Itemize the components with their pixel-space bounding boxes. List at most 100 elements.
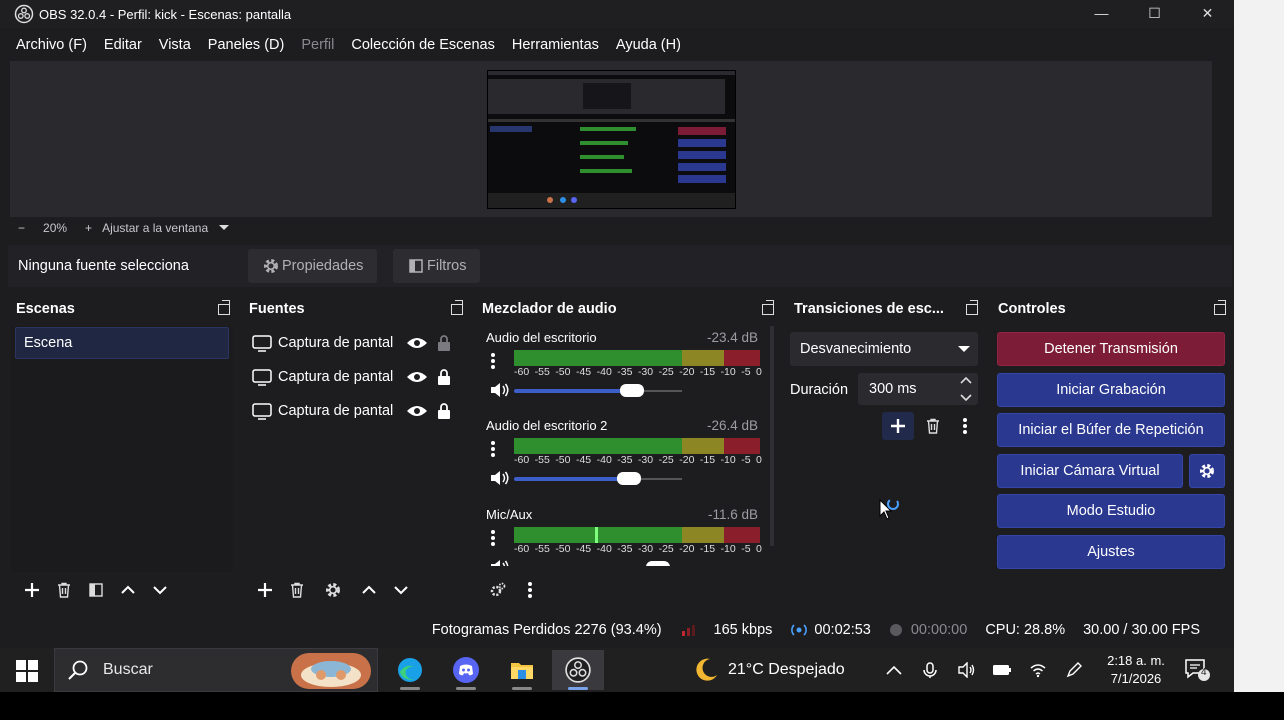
mixer-scrollbar[interactable] <box>770 326 774 546</box>
add-scene-button[interactable] <box>16 576 48 604</box>
trash-icon <box>58 582 70 598</box>
start-replay-buffer-button[interactable]: Iniciar el Búfer de Repetición <box>997 413 1225 447</box>
menu-coleccion-escenas[interactable]: Colección de Escenas <box>351 37 494 53</box>
duration-spinbox[interactable]: 300 ms <box>858 373 978 405</box>
tray-volume[interactable] <box>948 662 984 678</box>
volume-slider-fill[interactable] <box>514 389 632 393</box>
volume-meter <box>514 350 760 366</box>
undock-icon[interactable] <box>762 300 774 315</box>
windows-start-icon[interactable] <box>16 660 38 682</box>
filters-button[interactable]: Filtros <box>393 249 481 283</box>
undock-icon[interactable] <box>451 300 463 315</box>
eye-icon[interactable] <box>406 403 428 419</box>
scale-tick-label: -25 <box>658 543 674 555</box>
preview-canvas[interactable] <box>487 70 736 209</box>
filters-label: Filtros <box>427 258 467 274</box>
close-button[interactable]: ✕ <box>1181 0 1234 26</box>
monitor-icon <box>252 369 272 386</box>
taskbar-edge[interactable] <box>384 650 436 690</box>
move-source-up-button[interactable] <box>353 576 385 604</box>
scenes-dock: Escenas Escena <box>8 292 236 608</box>
scene-item[interactable]: Escena <box>15 327 229 359</box>
taskbar-file-explorer[interactable] <box>496 650 548 690</box>
advanced-audio-button[interactable] <box>482 576 514 604</box>
source-item[interactable]: Captura de pantal <box>244 394 466 428</box>
start-recording-button[interactable]: Iniciar Grabación <box>997 373 1225 407</box>
volume-slider-handle[interactable] <box>617 472 641 485</box>
remove-source-button[interactable] <box>281 576 313 604</box>
add-source-button[interactable] <box>249 576 281 604</box>
settings-button[interactable]: Ajustes <box>997 535 1225 569</box>
taskbar-discord[interactable] <box>440 650 492 690</box>
maximize-button[interactable]: ☐ <box>1128 0 1181 26</box>
weather-text: 21°C Despejado <box>728 661 845 678</box>
menu-ayuda[interactable]: Ayuda (H) <box>616 37 681 53</box>
menu-herramientas[interactable]: Herramientas <box>512 37 599 53</box>
undock-icon[interactable] <box>1214 300 1226 315</box>
volume-slider-handle[interactable] <box>646 561 670 566</box>
zoom-in-button[interactable]: + <box>85 221 92 235</box>
remove-scene-button[interactable] <box>48 576 80 604</box>
taskbar-weather[interactable]: 21°C Despejado <box>692 648 845 692</box>
undock-icon[interactable] <box>218 300 230 315</box>
taskbar-search[interactable]: Buscar <box>54 648 378 692</box>
transition-menu-button[interactable] <box>949 412 981 440</box>
zoom-out-button[interactable]: − <box>18 221 25 235</box>
tray-wifi[interactable] <box>1020 662 1056 678</box>
speaker-icon[interactable] <box>490 559 510 566</box>
eye-icon[interactable] <box>406 335 428 351</box>
scale-tick-label: -45 <box>575 366 592 378</box>
trash-icon <box>927 418 939 434</box>
tray-mic[interactable] <box>912 661 948 679</box>
speaker-icon[interactable] <box>490 382 510 398</box>
remove-transition-button[interactable] <box>917 412 949 440</box>
unlock-icon[interactable] <box>436 334 452 352</box>
source-item[interactable]: Captura de pantal <box>244 326 466 360</box>
volume-slider-handle[interactable] <box>620 384 644 397</box>
menu-perfil[interactable]: Perfil <box>301 37 334 53</box>
lock-icon[interactable] <box>436 402 452 420</box>
lock-icon[interactable] <box>436 368 452 386</box>
virtual-camera-settings-button[interactable] <box>1189 454 1225 488</box>
mixer-channel: Mic/Aux -11.6 dB -60 -55 -50 -45 -40 -35 -30 -25-… <box>480 503 762 566</box>
tray-battery[interactable] <box>984 664 1020 676</box>
mixer-menu-button[interactable] <box>514 576 546 604</box>
source-item[interactable]: Captura de pantal <box>244 360 466 394</box>
transition-select[interactable]: Desvanecimiento <box>790 332 978 366</box>
undock-icon[interactable] <box>966 300 978 315</box>
notification-center[interactable]: 4 <box>1184 658 1210 687</box>
more-vertical-icon[interactable] <box>490 529 496 547</box>
volume-slider-fill[interactable] <box>514 477 629 481</box>
eye-icon[interactable] <box>406 369 428 385</box>
speaker-icon[interactable] <box>490 470 510 486</box>
source-properties-button[interactable] <box>317 576 349 604</box>
minimize-button[interactable]: — <box>1075 0 1128 26</box>
taskbar-clock[interactable]: 2:18 a. m. 7/1/2026 <box>1098 652 1174 688</box>
chevron-down-icon[interactable] <box>218 224 230 232</box>
move-scene-down-button[interactable] <box>144 576 176 604</box>
add-transition-button[interactable] <box>882 412 914 440</box>
menu-editar[interactable]: Editar <box>104 37 142 53</box>
scale-tick-label: -15 <box>699 366 716 378</box>
menu-archivo[interactable]: Archivo (F) <box>16 37 87 53</box>
start-virtual-camera-button[interactable]: Iniciar Cámara Virtual <box>997 454 1183 488</box>
spin-arrows-icon[interactable] <box>960 376 972 402</box>
move-source-down-button[interactable] <box>385 576 417 604</box>
menu-vista[interactable]: Vista <box>159 37 191 53</box>
properties-button[interactable]: Propiedades <box>248 249 378 283</box>
zoom-fit-select[interactable]: Ajustar a la ventana <box>102 221 208 235</box>
taskbar-obs[interactable] <box>552 650 604 690</box>
meter-scale: -60 -55 -50 -45 -40 -35 -30 -25 -20 -15 -10 -5 0 <box>514 366 762 380</box>
rec-time-item: 00:00:00 <box>889 622 967 638</box>
tray-pen[interactable] <box>1056 661 1092 679</box>
streaming-icon <box>791 624 808 636</box>
more-vertical-icon[interactable] <box>490 440 496 458</box>
scene-filters-button[interactable] <box>80 576 112 604</box>
transitions-dock-title: Transiciones de esc... <box>794 301 944 317</box>
move-scene-up-button[interactable] <box>112 576 144 604</box>
tray-expand[interactable] <box>876 665 912 675</box>
menu-paneles[interactable]: Paneles (D) <box>208 37 285 53</box>
stop-streaming-button[interactable]: Detener Transmisión <box>997 332 1225 366</box>
studio-mode-button[interactable]: Modo Estudio <box>997 494 1225 528</box>
more-vertical-icon[interactable] <box>490 352 496 370</box>
